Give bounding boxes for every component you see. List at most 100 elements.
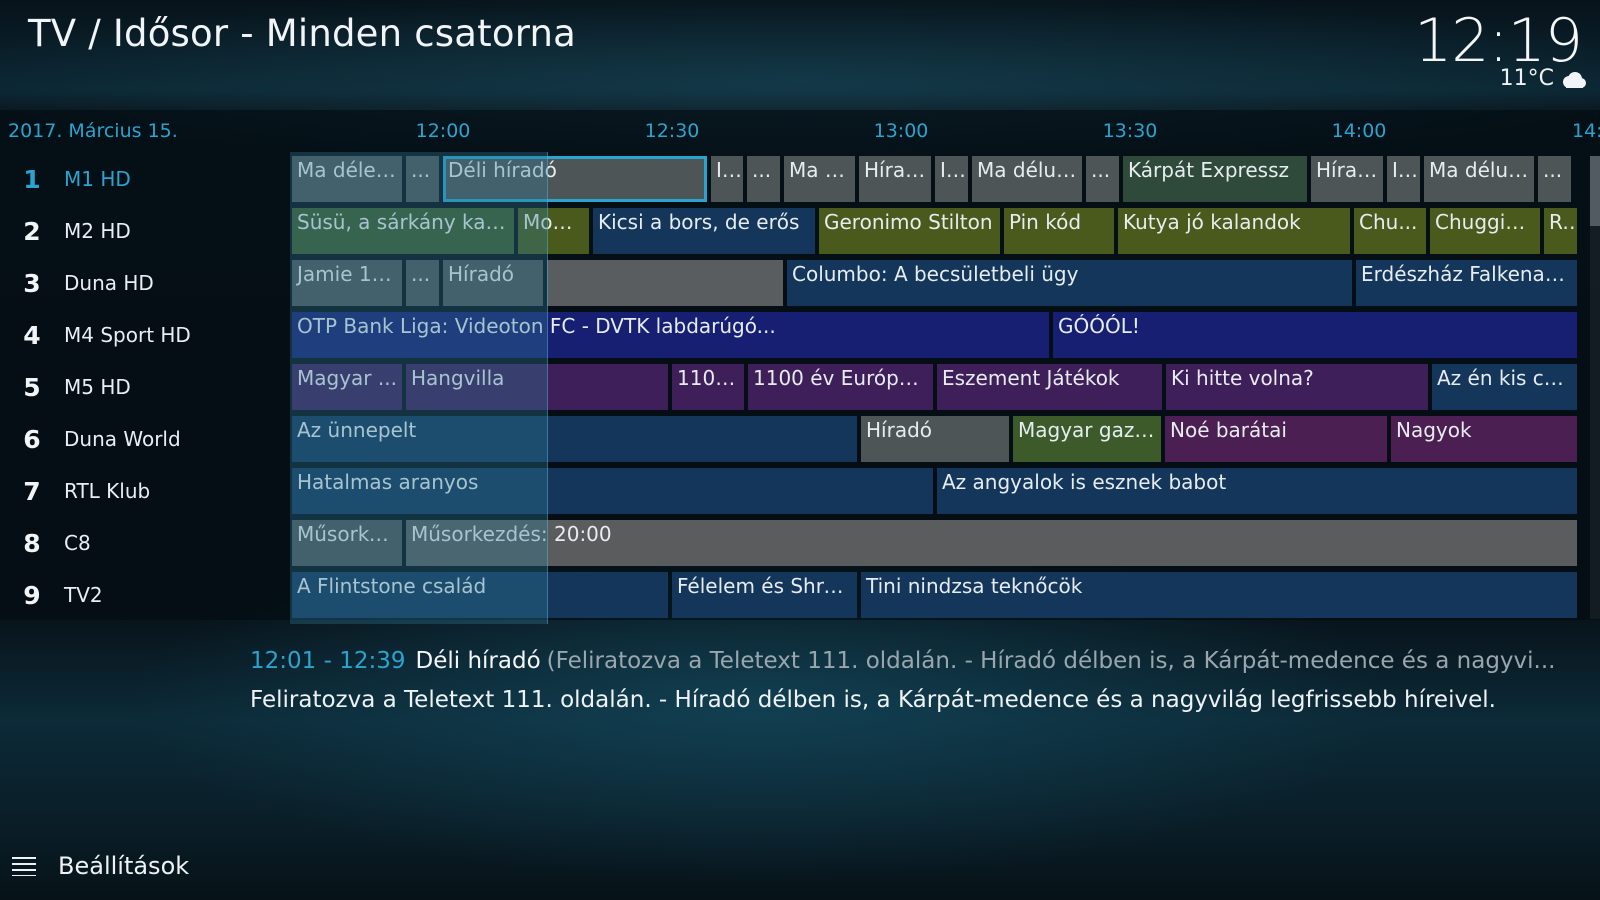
program-cell[interactable]: Kárpát Expressz xyxy=(1123,156,1307,202)
program-cell[interactable]: I... xyxy=(935,156,968,202)
time-label: 12:30 xyxy=(644,120,700,142)
vertical-scrollbar[interactable] xyxy=(1590,156,1600,619)
channel-row[interactable]: 6 Duna World xyxy=(0,416,290,462)
program-cell[interactable]: Műsorkezdés: 20:00 xyxy=(406,520,1577,566)
channel-number: 9 xyxy=(23,580,41,610)
channel-name: TV2 xyxy=(64,583,103,607)
program-cell[interactable]: Híradó xyxy=(443,260,543,306)
current-time-indicator xyxy=(547,152,548,624)
program-cell[interactable]: Híradó xyxy=(861,416,1009,462)
program-cell[interactable]: Az ünnepelt xyxy=(292,416,857,462)
time-label: 13:00 xyxy=(873,120,929,142)
program-cell[interactable]: Az angyalok is esznek babot xyxy=(937,468,1577,514)
channel-name: M5 HD xyxy=(64,375,131,399)
program-cell[interactable]: Ma délut... xyxy=(1424,156,1534,202)
program-info-header: 12:01 - 12:39 Déli híradó (Feliratozva a T… xyxy=(250,648,1570,674)
program-cell[interactable]: Erdészház Falkenaubar xyxy=(1356,260,1577,306)
scrollbar-thumb[interactable] xyxy=(1590,156,1600,226)
channel-name: C8 xyxy=(64,531,91,555)
program-cell[interactable]: A Flintstone család xyxy=(292,572,668,618)
program-cell[interactable]: Hangvilla xyxy=(406,364,668,410)
program-cell[interactable]: Mon... xyxy=(518,208,589,254)
program-cell[interactable]: Eszement Játékok xyxy=(937,364,1162,410)
program-cell[interactable]: Magyar ... xyxy=(292,364,402,410)
tv-guide-screen: TV / Idősor - Minden csatorna 12:19 11°C… xyxy=(0,0,1600,900)
program-cell[interactable]: Hatalmas aranyos xyxy=(292,468,933,514)
program-cell[interactable]: Ki hitte volna? xyxy=(1166,364,1428,410)
time-label: 14: xyxy=(1572,120,1600,142)
page-title: TV / Idősor - Minden csatorna xyxy=(28,12,576,55)
channel-name: M2 HD xyxy=(64,219,131,243)
channel-row[interactable]: 7 RTL Klub xyxy=(0,468,290,514)
program-cell[interactable]: ... xyxy=(1086,156,1119,202)
channel-number: 2 xyxy=(23,216,41,246)
time-label: 14:00 xyxy=(1331,120,1387,142)
program-cell[interactable]: I... xyxy=(711,156,743,202)
channel-number: 7 xyxy=(23,476,41,506)
program-cell[interactable]: GÓÓÓL! xyxy=(1053,312,1577,358)
program-cell[interactable]: Ma d... xyxy=(784,156,855,202)
channel-number: 8 xyxy=(23,528,41,558)
channel-row[interactable]: 9 TV2 xyxy=(0,572,290,618)
channel-number: 4 xyxy=(23,320,41,350)
program-cell[interactable]: 1100 év Európa ... xyxy=(748,364,933,410)
program-cell[interactable]: Chu... xyxy=(1354,208,1426,254)
time-label: 13:30 xyxy=(1102,120,1158,142)
channel-name: M4 Sport HD xyxy=(64,323,191,347)
channel-row[interactable]: 1 M1 HD xyxy=(0,156,290,202)
program-cell[interactable]: Kutya jó kalandok xyxy=(1118,208,1350,254)
program-cell[interactable]: 1100... xyxy=(672,364,744,410)
hamburger-icon xyxy=(12,856,36,876)
program-cell[interactable]: Kicsi a bors, de erős xyxy=(593,208,815,254)
channel-name: Duna World xyxy=(64,427,181,451)
guide-date: 2017. Március 15. xyxy=(8,120,178,142)
channel-row[interactable]: 4 M4 Sport HD xyxy=(0,312,290,358)
channel-name: M1 HD xyxy=(64,167,131,191)
program-cell[interactable]: Műsorke... xyxy=(292,520,402,566)
weather-widget: 11°C xyxy=(1500,66,1586,91)
program-cell[interactable]: Jamie 15... xyxy=(292,260,402,306)
cloud-icon xyxy=(1560,70,1586,88)
program-cell[interactable]: Pin kód xyxy=(1004,208,1114,254)
settings-label: Beállítások xyxy=(58,852,190,880)
channel-row[interactable]: 2 M2 HD xyxy=(0,208,290,254)
program-title: Déli híradó xyxy=(415,648,541,674)
program-cell[interactable]: ... xyxy=(1538,156,1571,202)
program-cell[interactable] xyxy=(547,260,783,306)
channel-name: RTL Klub xyxy=(64,479,151,503)
program-cell[interactable]: Chuggin... xyxy=(1430,208,1540,254)
temperature: 11°C xyxy=(1499,66,1554,91)
program-cell[interactable]: Tini nindzsa teknőcök xyxy=(861,572,1577,618)
program-cell[interactable]: Noé barátai xyxy=(1165,416,1387,462)
program-time-range: 12:01 - 12:39 xyxy=(250,648,406,674)
program-cell[interactable]: Süsü, a sárkány kala... xyxy=(292,208,514,254)
time-label: 12:00 xyxy=(415,120,471,142)
program-cell[interactable]: Magyar gazda xyxy=(1013,416,1161,462)
channel-number: 6 xyxy=(23,424,41,454)
program-cell[interactable]: Ma délel... xyxy=(292,156,402,202)
program-cell[interactable]: Nagyok xyxy=(1391,416,1577,462)
channel-row[interactable]: 3 Duna HD xyxy=(0,260,290,306)
program-subtitle: (Feliratozva a Teletext 111. oldalán. - … xyxy=(546,648,1556,674)
channel-row[interactable]: 5 M5 HD xyxy=(0,364,290,410)
program-cell[interactable]: Híradó xyxy=(1311,156,1383,202)
channel-name: Duna HD xyxy=(64,271,154,295)
program-cell[interactable]: Geronimo Stilton xyxy=(819,208,1000,254)
program-cell[interactable]: I... xyxy=(1387,156,1420,202)
program-cell[interactable]: ... xyxy=(406,156,439,202)
program-cell[interactable]: Ma délut... xyxy=(972,156,1082,202)
program-cell[interactable]: Columbo: A becsületbeli ügy xyxy=(787,260,1352,306)
program-cell[interactable]: ... xyxy=(747,156,780,202)
program-cell[interactable]: OTP Bank Liga: Videoton FC - DVTK labdar… xyxy=(292,312,1049,358)
program-cell[interactable]: Az én kis család xyxy=(1432,364,1577,410)
channel-number: 5 xyxy=(23,372,41,402)
channel-number: 3 xyxy=(23,268,41,298)
program-cell[interactable]: ... xyxy=(406,260,439,306)
channel-number: 1 xyxy=(23,164,41,194)
program-cell[interactable]: R... xyxy=(1544,208,1577,254)
program-cell[interactable]: Félelem és Shre... xyxy=(672,572,857,618)
channel-row[interactable]: 8 C8 xyxy=(0,520,290,566)
settings-button[interactable]: Beállítások xyxy=(12,852,189,880)
program-cell-selected[interactable]: Déli híradó xyxy=(443,156,707,202)
program-cell[interactable]: Híradó xyxy=(859,156,931,202)
